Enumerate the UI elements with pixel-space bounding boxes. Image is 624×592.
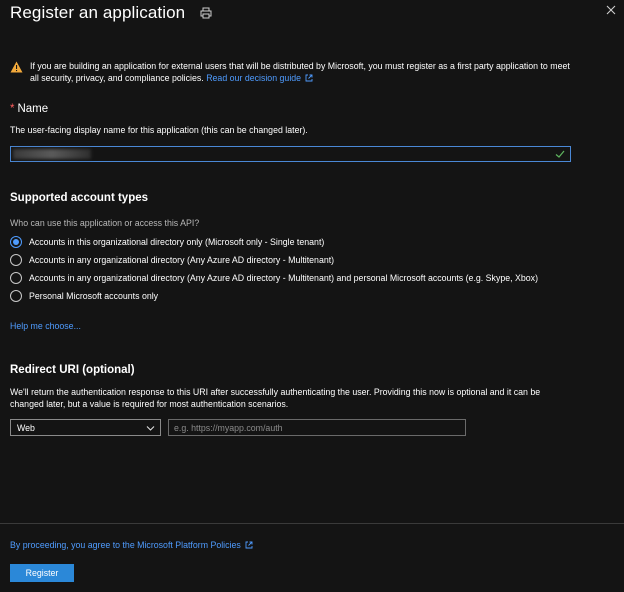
warning-triangle-icon [10,61,23,73]
redacted-name-value [13,149,91,159]
radio-button[interactable] [10,254,22,266]
close-icon[interactable] [606,5,616,15]
platform-selected-value: Web [17,422,35,433]
radio-multitenant[interactable]: Accounts in any organizational directory… [10,254,334,266]
redirect-uri-heading: Redirect URI (optional) [10,364,135,376]
account-types-question: Who can use this application or access t… [10,218,200,228]
radio-label: Accounts in any organizational directory… [29,273,538,283]
chevron-down-icon [146,424,155,431]
decision-guide-link[interactable]: Read our decision guide [206,73,301,83]
checkmark-icon [555,149,565,159]
radio-multitenant-personal[interactable]: Accounts in any organizational directory… [10,272,538,284]
help-me-choose-link[interactable]: Help me choose... [10,321,81,331]
radio-single-tenant[interactable]: Accounts in this organizational director… [10,236,324,248]
external-link-icon [245,541,253,549]
platform-policies-link[interactable]: By proceeding, you agree to the Microsof… [10,540,241,550]
radio-label: Accounts in any organizational directory… [29,255,335,265]
register-button[interactable]: Register [10,564,74,582]
radio-button-selected[interactable] [10,236,22,248]
name-description: The user-facing display name for this ap… [10,125,308,135]
printer-icon[interactable] [200,7,212,19]
name-input[interactable] [10,146,571,162]
blade-header: Register an application [10,2,212,24]
name-label-text: Name [17,103,49,115]
name-field-label: * Name [10,103,48,115]
radio-label: Personal Microsoft accounts only [29,291,159,301]
page-title: Register an application [10,3,186,22]
account-types-heading: Supported account types [10,192,149,204]
platform-select[interactable]: Web [10,419,161,436]
required-indicator: * [10,103,15,115]
radio-personal-only[interactable]: Personal Microsoft accounts only [10,290,158,302]
radio-button[interactable] [10,290,22,302]
redirect-uri-description: We'll return the authentication response… [10,387,541,409]
policy-note: By proceeding, you agree to the Microsof… [10,540,253,550]
footer-divider [0,523,624,524]
radio-button[interactable] [10,272,22,284]
first-party-warning: If you are building an application for e… [10,60,570,84]
radio-label: Accounts in this organizational director… [29,237,325,247]
warning-text: If you are building an application for e… [30,60,570,84]
external-link-icon [305,73,313,82]
redirect-uri-input[interactable] [168,419,466,436]
